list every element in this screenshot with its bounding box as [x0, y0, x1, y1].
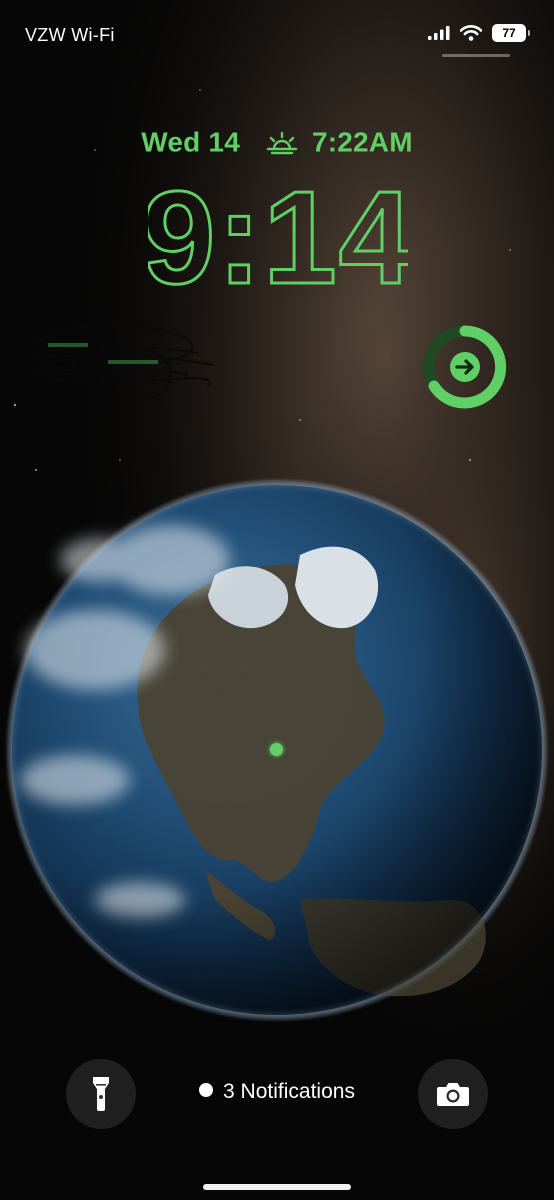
battery-level: 77	[502, 26, 516, 40]
location-pin	[270, 743, 283, 756]
status-bar: VZW Wi-Fi 77	[0, 0, 554, 60]
date-label: Wed 14	[141, 126, 240, 158]
arrow-right-icon	[450, 352, 480, 382]
lock-screen-clock: 9:14	[148, 175, 408, 295]
status-icons: 77	[428, 24, 530, 42]
camera-icon	[437, 1083, 469, 1106]
home-indicator[interactable]	[203, 1184, 351, 1190]
wifi-icon	[460, 25, 482, 41]
camera-button[interactable]	[418, 1059, 488, 1129]
date-row: Wed 14 7:22AM	[0, 125, 554, 159]
notification-dot	[199, 1083, 214, 1097]
cellular-signal-icon	[428, 26, 450, 40]
fitness-ring-widget[interactable]	[422, 324, 508, 410]
status-underline	[442, 54, 510, 57]
sunrise-icon	[266, 131, 298, 154]
clock-time: 9:14	[148, 175, 408, 295]
sunrise-time: 7:22AM	[311, 126, 413, 158]
redacted-widget	[27, 315, 214, 405]
battery-icon: 77	[492, 24, 530, 42]
notifications-label: 3 Notifications	[223, 1080, 355, 1103]
carrier-label: VZW Wi-Fi	[25, 25, 115, 45]
